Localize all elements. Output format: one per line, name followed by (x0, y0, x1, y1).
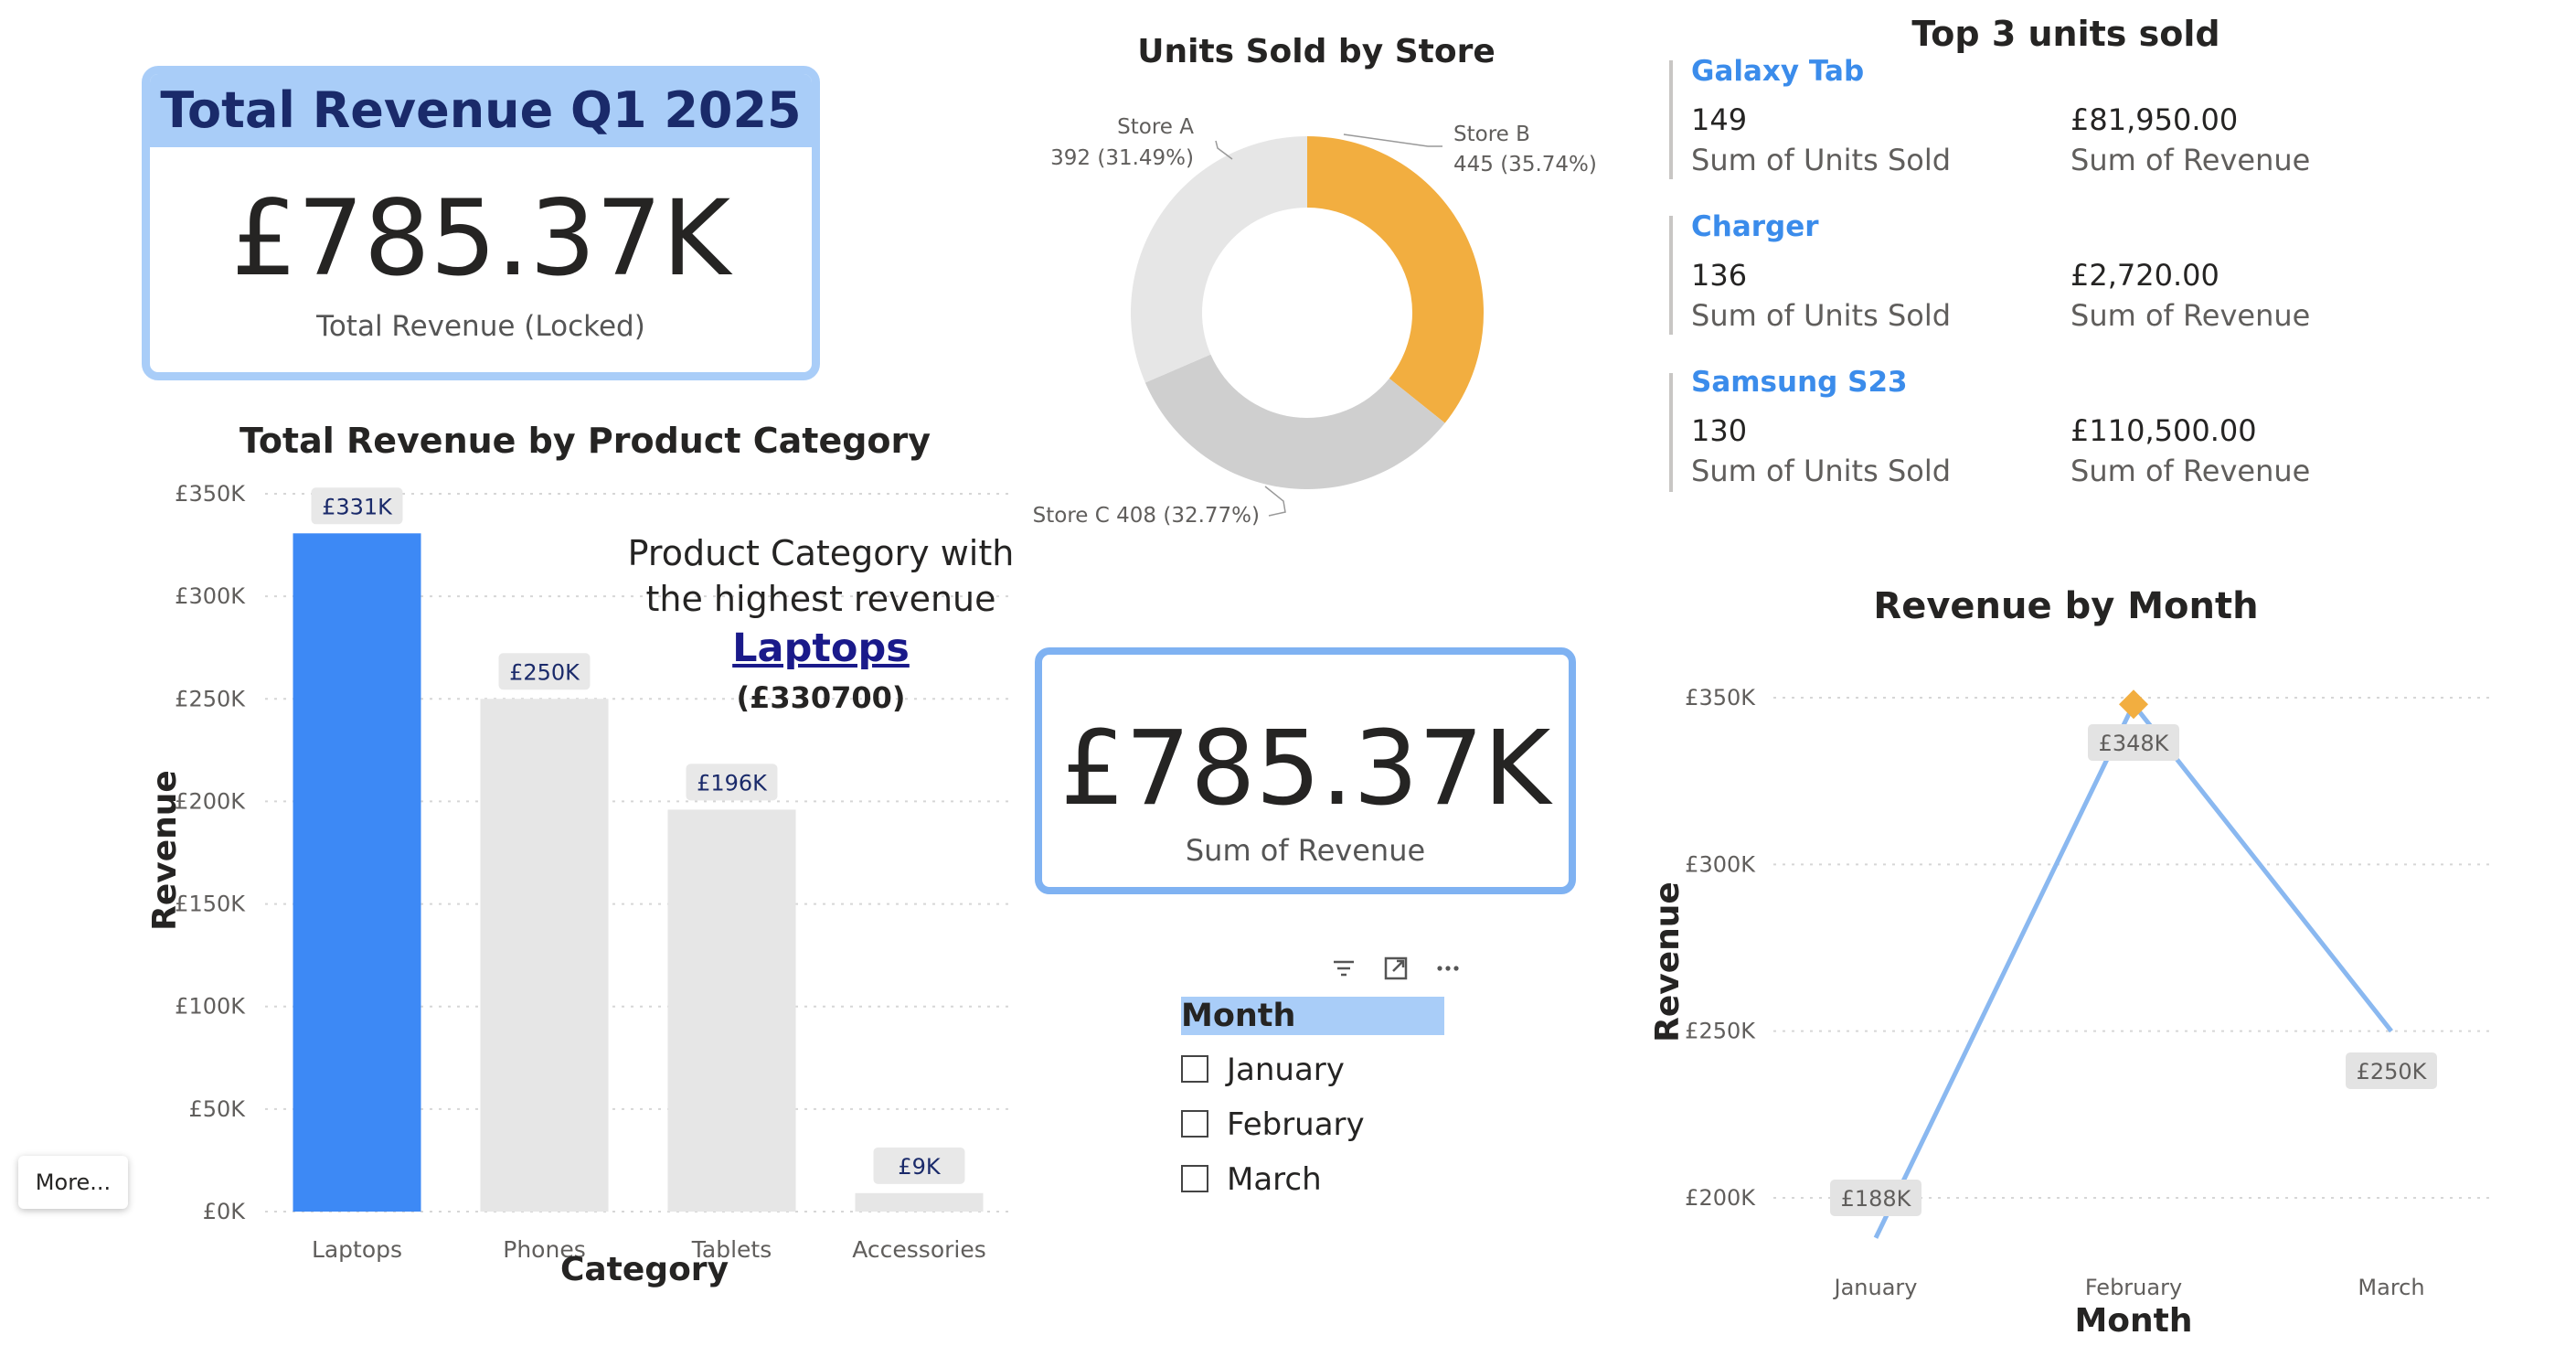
x-tick-label: February (2085, 1275, 2182, 1300)
x-tick-label: March (2358, 1275, 2424, 1300)
data-label: £348K (2099, 731, 2170, 756)
data-label: £188K (1841, 1186, 1912, 1212)
line-chart[interactable]: £200K £250K £300K £350K £188K £348K £250K Janua… (0, 0, 2576, 1346)
series-line[interactable] (1873, 700, 2393, 1239)
y-tick-label: £300K (1685, 851, 1756, 877)
data-label: £250K (2357, 1059, 2428, 1084)
y-tick-label: £350K (1685, 685, 1756, 710)
x-axis-title: Month (2074, 1302, 2192, 1340)
y-axis-title: Revenue (1649, 881, 1687, 1042)
y-tick-label: £250K (1685, 1019, 1756, 1044)
y-tick-label: £200K (1685, 1185, 1756, 1211)
more-button[interactable]: More... (18, 1156, 128, 1209)
x-tick-label: January (1833, 1275, 1918, 1300)
